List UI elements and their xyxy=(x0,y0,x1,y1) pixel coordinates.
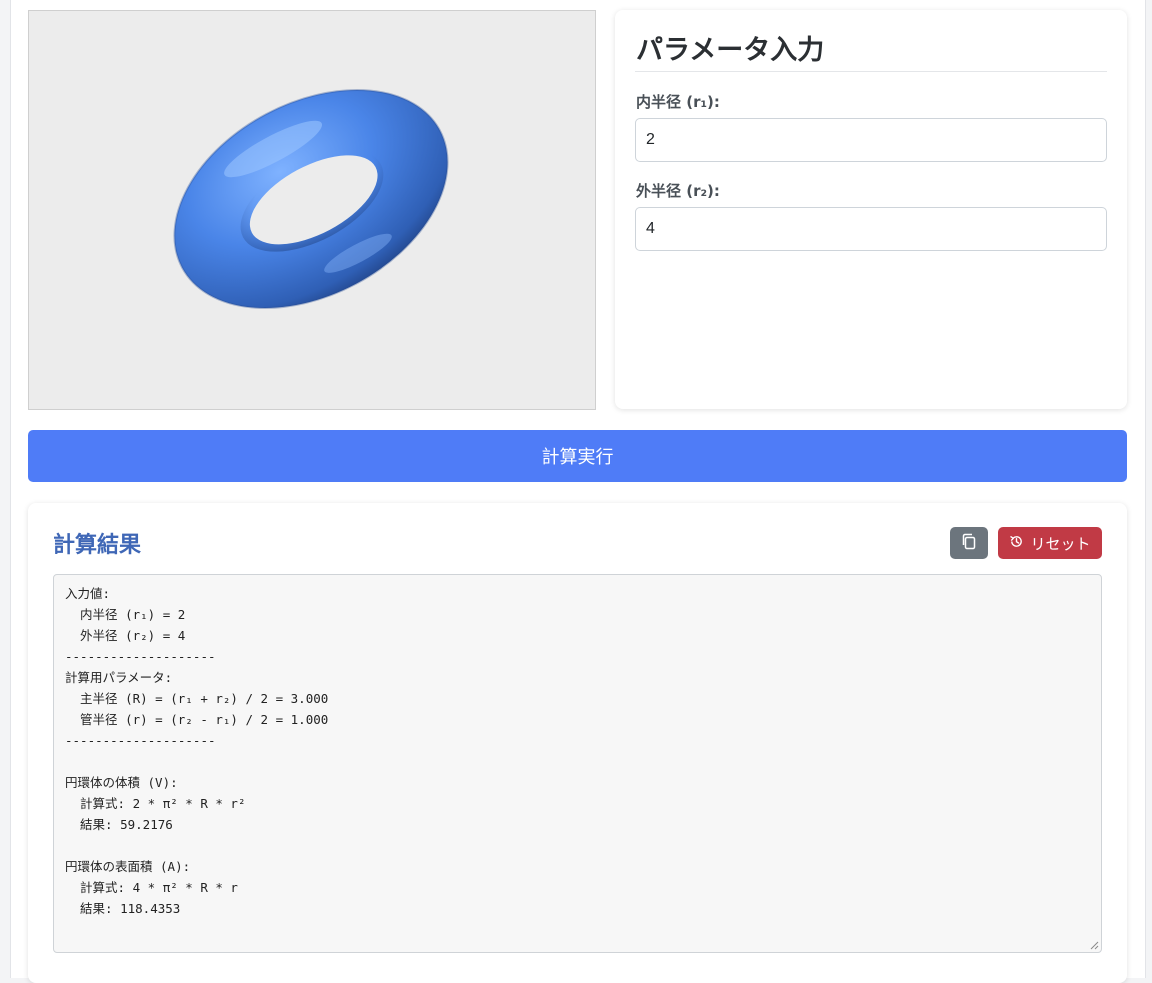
parameter-input-card: パラメータ入力 内半径 (r₁): 外半径 (r₂): xyxy=(615,10,1127,409)
torus-3d-viewer[interactable] xyxy=(28,10,596,410)
result-card: 計算結果 リセット 入力値: 内半径 (r₁) = 2 外半径 (r₂) = 4… xyxy=(28,503,1127,983)
copy-icon xyxy=(961,533,977,554)
inner-radius-label: 内半径 (r₁): xyxy=(636,93,720,111)
reset-button[interactable]: リセット xyxy=(998,527,1102,559)
outer-radius-input[interactable] xyxy=(635,207,1107,251)
resize-handle-icon[interactable] xyxy=(1090,941,1099,950)
result-title: 計算結果 xyxy=(53,533,142,558)
parameter-input-title: パラメータ入力 xyxy=(636,35,825,66)
inner-radius-input[interactable] xyxy=(635,118,1107,162)
outer-radius-label: 外半径 (r₂): xyxy=(636,182,720,200)
reset-label: リセット xyxy=(1030,534,1091,553)
calculate-button[interactable]: 計算実行 xyxy=(28,430,1127,482)
torus-render xyxy=(173,88,449,310)
result-output[interactable]: 入力値: 内半径 (r₁) = 2 外半径 (r₂) = 4 ---------… xyxy=(53,574,1102,953)
copy-button[interactable] xyxy=(950,527,988,559)
history-icon xyxy=(1009,534,1024,553)
title-divider xyxy=(635,71,1107,72)
